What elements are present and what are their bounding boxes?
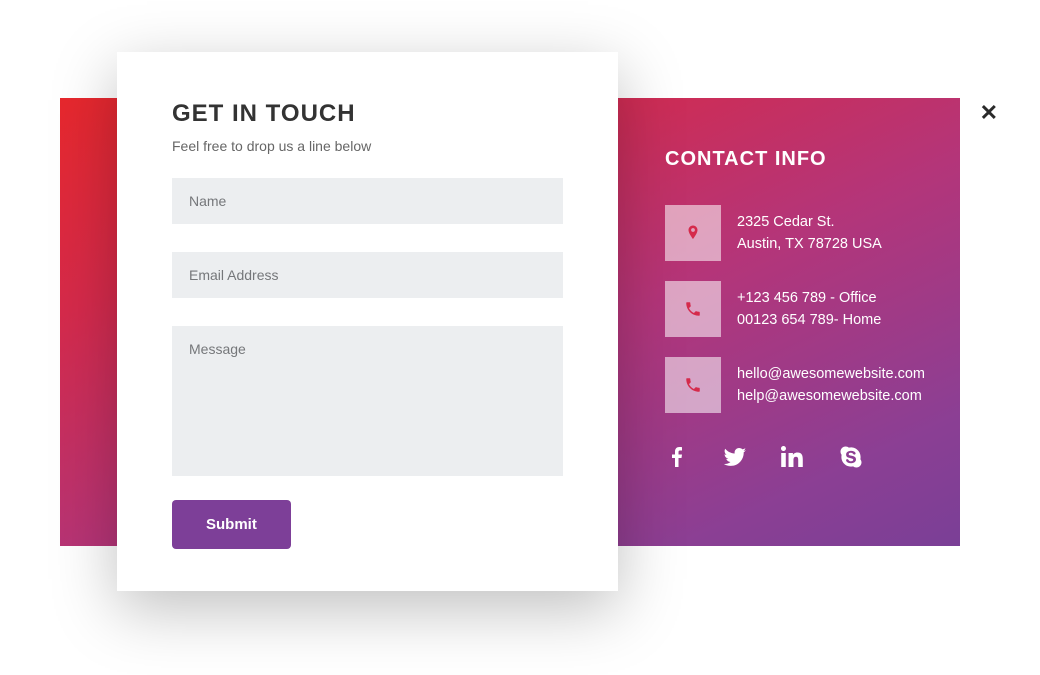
message-input[interactable] xyxy=(172,326,563,476)
address-line1: 2325 Cedar St. xyxy=(737,211,882,233)
map-pin-icon xyxy=(665,205,721,261)
contact-email-row: hello@awesomewebsite.com help@awesomeweb… xyxy=(665,357,965,413)
contact-address-row: 2325 Cedar St. Austin, TX 78728 USA xyxy=(665,205,965,261)
submit-button[interactable]: Submit xyxy=(172,500,291,549)
email-line1: hello@awesomewebsite.com xyxy=(737,363,925,385)
form-title: GET IN TOUCH xyxy=(172,100,563,128)
phone-line2: 00123 654 789- Home xyxy=(737,309,881,331)
phone-line1: +123 456 789 - Office xyxy=(737,287,881,309)
linkedin-icon[interactable] xyxy=(781,445,805,474)
phone-icon xyxy=(665,281,721,337)
skype-icon[interactable] xyxy=(839,445,863,474)
email-input[interactable] xyxy=(172,252,563,298)
name-input[interactable] xyxy=(172,178,563,224)
contact-form-card: GET IN TOUCH Feel free to drop us a line… xyxy=(117,52,618,591)
contact-info-title: CONTACT INFO xyxy=(665,148,965,171)
contact-phone-row: +123 456 789 - Office 00123 654 789- Hom… xyxy=(665,281,965,337)
address-line2: Austin, TX 78728 USA xyxy=(737,233,882,255)
form-subtitle: Feel free to drop us a line below xyxy=(172,138,563,154)
facebook-icon[interactable] xyxy=(665,445,689,474)
contact-info: CONTACT INFO 2325 Cedar St. Austin, TX 7… xyxy=(665,148,965,474)
twitter-icon[interactable] xyxy=(723,445,747,474)
phone-icon xyxy=(665,357,721,413)
close-icon[interactable]: ✕ xyxy=(980,102,998,124)
social-icons xyxy=(665,445,965,474)
email-line2: help@awesomewebsite.com xyxy=(737,385,925,407)
